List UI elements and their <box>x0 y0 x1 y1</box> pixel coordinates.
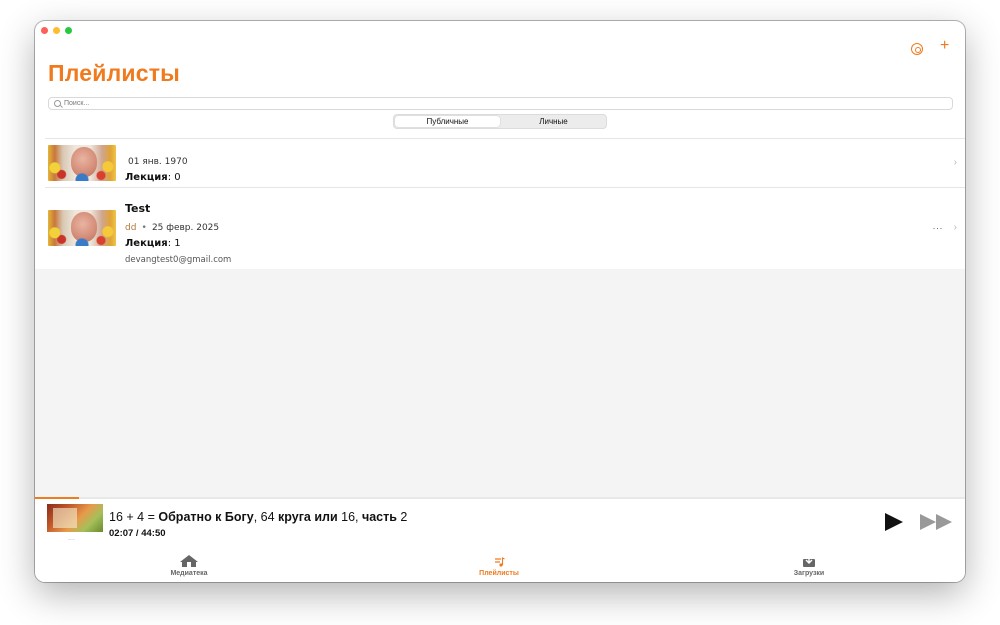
playlist-title: Test <box>125 202 151 215</box>
fast-forward-icon[interactable] <box>920 514 954 532</box>
tab-label: Плейлисты <box>479 570 519 577</box>
now-playing-cover <box>47 504 103 532</box>
tab-bar: Медиатека Плейлисты Загрузки <box>35 551 965 582</box>
cover-caption: ...... <box>68 536 75 541</box>
home-icon <box>180 555 198 567</box>
close-window-button[interactable] <box>41 27 48 34</box>
zoom-window-button[interactable] <box>65 27 72 34</box>
tab-library[interactable]: Медиатека <box>129 554 249 577</box>
list-empty-area <box>35 269 965 497</box>
playlist-type-segmented-control: Публичные Личные <box>393 114 607 129</box>
search-input[interactable] <box>64 100 944 107</box>
minimize-window-button[interactable] <box>53 27 60 34</box>
tab-downloads[interactable]: Загрузки <box>749 554 869 577</box>
more-options-icon[interactable]: ··· <box>933 223 944 233</box>
search-icon <box>54 100 61 107</box>
now-playing-title: 16 + 4 = Обратно к Богу, 64 круга или 16… <box>109 510 408 524</box>
now-playing-time: 02:07 / 44:50 <box>109 528 166 539</box>
now-playing-bar[interactable]: ...... 16 + 4 = Обратно к Богу, 64 круга… <box>35 499 965 551</box>
playlist-row[interactable]: 01 янв. 1970 Лекция: 0 › <box>35 139 965 186</box>
tab-label: Медиатека <box>170 570 208 577</box>
segment-public[interactable]: Публичные <box>395 116 500 127</box>
settings-circle-icon[interactable] <box>911 43 923 55</box>
segment-private[interactable]: Личные <box>501 115 606 128</box>
play-icon[interactable] <box>885 513 903 531</box>
chevron-right-icon: › <box>953 157 957 168</box>
chevron-right-icon: › <box>953 222 957 233</box>
app-window: + Плейлисты Публичные Личные 01 янв. 197… <box>35 21 965 582</box>
playlist-thumbnail <box>48 210 116 246</box>
playlist-lecture-count: Лекция: 0 <box>125 172 181 183</box>
download-icon <box>803 555 815 567</box>
plus-icon[interactable]: + <box>940 37 949 55</box>
page-title: Плейлисты <box>48 60 181 86</box>
playlist-thumbnail <box>48 145 116 181</box>
playlist-email: devangtest0@gmail.com <box>125 255 232 265</box>
playlist-row[interactable]: Test dd • 25 февр. 2025 Лекция: 1 devang… <box>35 188 965 268</box>
tab-playlists[interactable]: Плейлисты <box>439 554 559 577</box>
search-bar[interactable] <box>48 97 953 110</box>
tab-label: Загрузки <box>793 570 825 577</box>
playlist-icon <box>495 557 505 567</box>
